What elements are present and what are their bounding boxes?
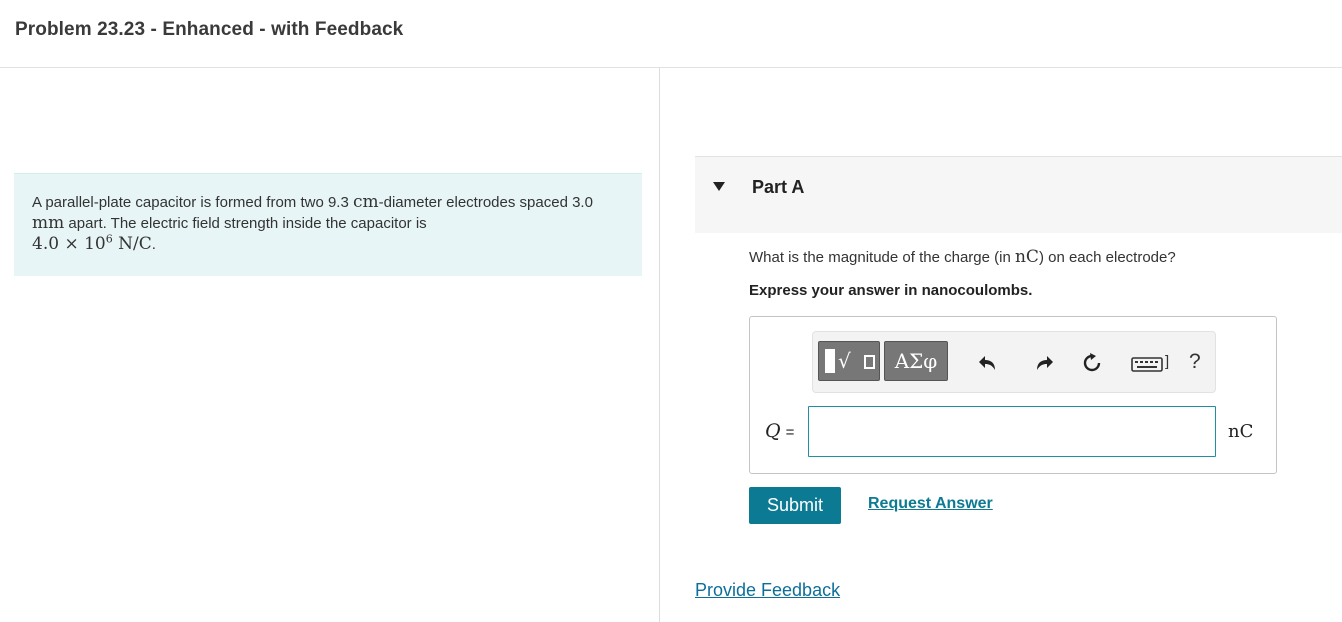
undo-icon[interactable] xyxy=(977,352,999,374)
field-exponent: 6 xyxy=(105,232,113,246)
part-label: Part A xyxy=(752,177,805,197)
unit-mm: mm xyxy=(32,213,65,233)
collapse-caret-icon[interactable] xyxy=(713,182,725,191)
redo-icon[interactable] xyxy=(1033,352,1055,374)
answer-panel: √ ΑΣφ ] ? Q = nC xyxy=(749,316,1277,474)
field-unit: N/C xyxy=(112,234,152,254)
greek-label: ΑΣφ xyxy=(894,349,938,373)
box-icon xyxy=(864,355,875,369)
unit-cm: cm xyxy=(352,192,379,212)
math-toolbar: √ ΑΣφ ] ? xyxy=(812,331,1216,393)
answer-unit: nC xyxy=(1228,421,1254,442)
field-base: 4.0 × 10 xyxy=(32,234,106,254)
templates-block-icon xyxy=(825,349,835,373)
part-a-header[interactable]: Part A xyxy=(695,156,1342,233)
problem-text-1: A parallel-plate capacitor is formed fro… xyxy=(32,194,353,211)
provide-feedback-link[interactable]: Provide Feedback xyxy=(695,580,840,601)
question-after: ) on each electrode? xyxy=(1038,249,1176,266)
radical-icon: √ xyxy=(838,349,851,373)
help-icon[interactable]: ? xyxy=(1189,350,1201,374)
problem-text-3: apart. The electric field strength insid… xyxy=(64,215,427,232)
reset-icon[interactable] xyxy=(1081,352,1103,374)
problem-period: . xyxy=(151,236,156,253)
problem-title: Problem 23.23 - Enhanced - with Feedback xyxy=(15,19,404,40)
answer-variable-label: Q = xyxy=(765,420,794,442)
templates-button[interactable]: √ xyxy=(818,341,880,381)
request-answer-link[interactable]: Request Answer xyxy=(868,495,993,513)
problem-statement: A parallel-plate capacitor is formed fro… xyxy=(14,173,642,276)
greek-symbols-button[interactable]: ΑΣφ xyxy=(884,341,948,381)
header-divider xyxy=(0,67,1342,68)
answer-instruction: Express your answer in nanocoulombs. xyxy=(749,282,1033,299)
submit-button[interactable]: Submit xyxy=(749,487,841,524)
equals-sign: = xyxy=(785,424,795,441)
column-divider xyxy=(659,68,660,622)
answer-input[interactable] xyxy=(808,406,1216,457)
question-unit: nC xyxy=(1014,247,1039,267)
problem-text-2: -diameter electrodes spaced 3.0 xyxy=(378,194,593,211)
question-text: What is the magnitude of the charge (in … xyxy=(749,247,1176,267)
answer-variable: Q xyxy=(765,420,781,442)
field-value: 4.0 × 106 N/C xyxy=(32,232,152,254)
keyboard-icon[interactable] xyxy=(1131,352,1163,374)
question-before: What is the magnitude of the charge (in xyxy=(749,249,1015,266)
keyboard-bracket: ] xyxy=(1165,353,1170,370)
